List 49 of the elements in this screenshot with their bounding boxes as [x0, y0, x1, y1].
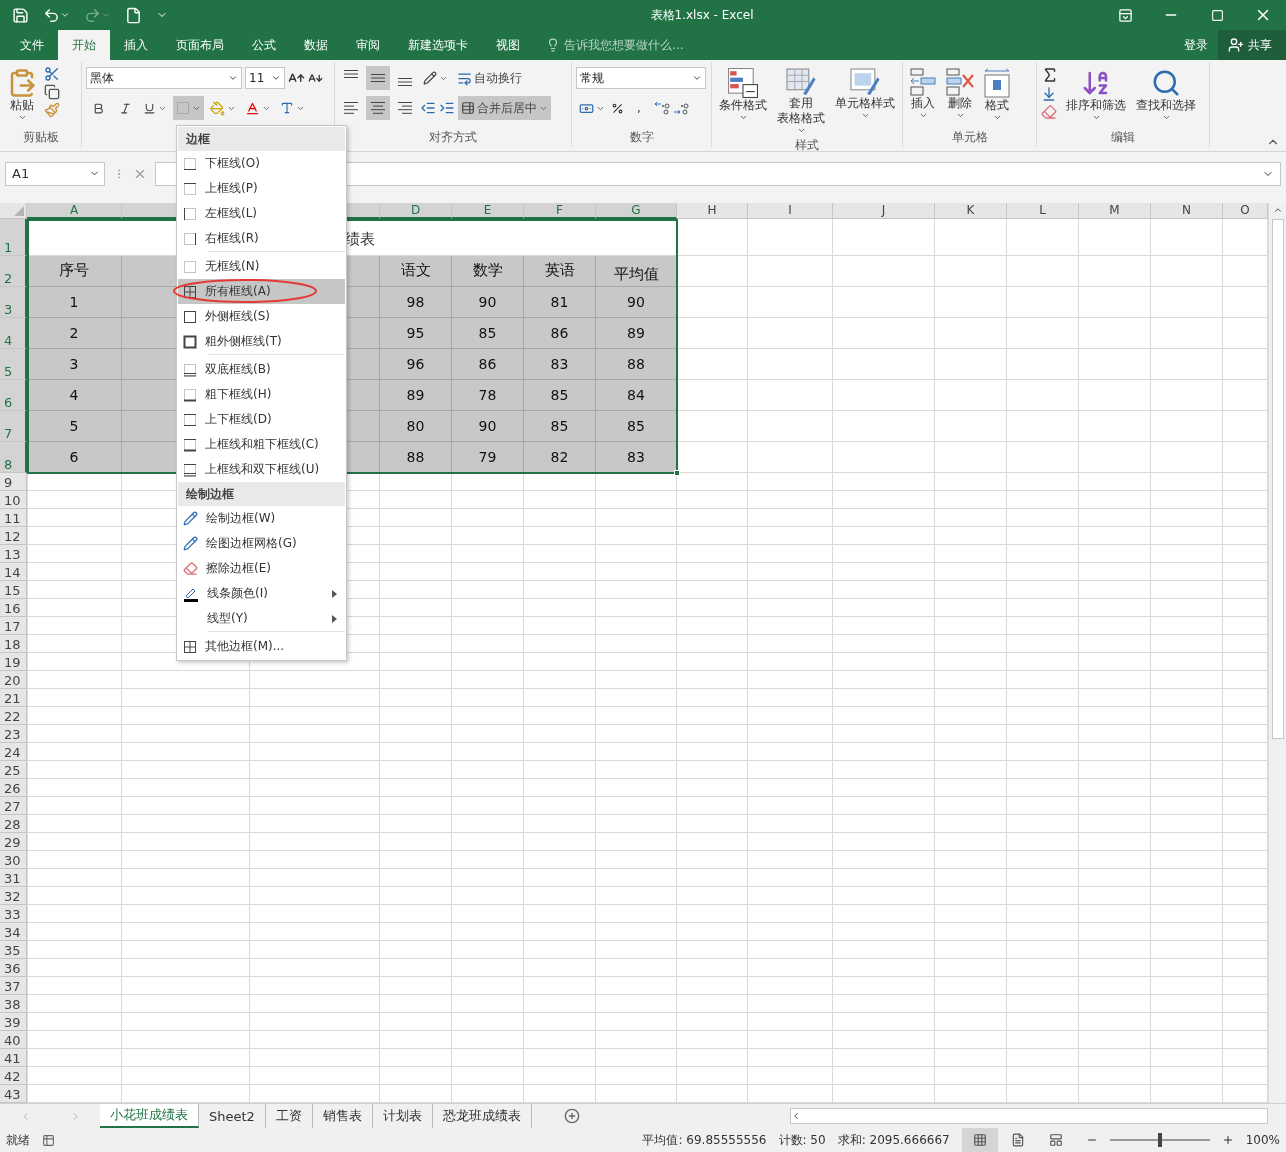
column-heading: 语文: [400, 260, 431, 281]
group-label: 单元格: [951, 129, 988, 146]
cell-value: 88: [406, 449, 425, 465]
window-title: 表格1.xlsx - Excel: [649, 6, 755, 24]
cell-value: 79: [478, 449, 497, 465]
cell-value: 2: [69, 325, 79, 341]
column-heading: 序号: [59, 260, 89, 281]
cell-value: 88: [627, 356, 645, 372]
column-heading: 平均值: [613, 265, 659, 285]
cell-value: 81: [550, 294, 569, 310]
cell-value: 85: [627, 418, 645, 434]
average-text: 平均值: 69.85555556: [642, 1131, 767, 1149]
cell-value: 86: [478, 356, 497, 372]
group-label: 对齐方式: [429, 129, 477, 146]
status-text: 就绪: [6, 1131, 30, 1149]
cell-value: 89: [627, 325, 645, 341]
menu-section-title: 绘制边框: [178, 482, 345, 506]
group-label: 剪贴板: [22, 129, 59, 146]
cell-value: 85: [478, 325, 497, 341]
cell-value: 80: [406, 418, 425, 434]
count-text: 计数: 50: [778, 1131, 826, 1149]
cell-value: 78: [478, 387, 497, 403]
cell-value: 83: [627, 449, 645, 465]
column-heading: 英语: [544, 260, 575, 281]
cell-value: 95: [406, 325, 425, 341]
cell-value: 90: [478, 418, 497, 434]
cell-value: 85: [550, 387, 569, 403]
menu-section-title: 边框: [178, 127, 345, 151]
cell-value: 85: [550, 418, 569, 434]
cell-value: 1: [69, 294, 79, 310]
cell-value: 89: [406, 387, 425, 403]
cell-value: 5: [69, 418, 79, 434]
group-label: 数字: [629, 129, 654, 146]
zoom-level: 100%: [1245, 1133, 1280, 1147]
cell-value: 86: [550, 325, 569, 341]
cell-value: 90: [627, 294, 645, 310]
sum-text: 求和: 2095.666667: [837, 1131, 950, 1149]
cell-value: 96: [406, 356, 425, 372]
cell-value: 83: [550, 356, 569, 372]
group-label: 编辑: [1111, 129, 1135, 146]
group-label: 样式: [795, 137, 819, 154]
column-heading: 数学: [472, 260, 503, 281]
cell-value: 98: [406, 294, 425, 310]
cell-value: 3: [69, 356, 79, 372]
cell-value: 82: [550, 449, 569, 465]
cell-value: 6: [69, 449, 79, 465]
cell-value: 90: [478, 294, 497, 310]
cell-value: 4: [69, 387, 79, 403]
cell-value: 84: [627, 387, 645, 403]
